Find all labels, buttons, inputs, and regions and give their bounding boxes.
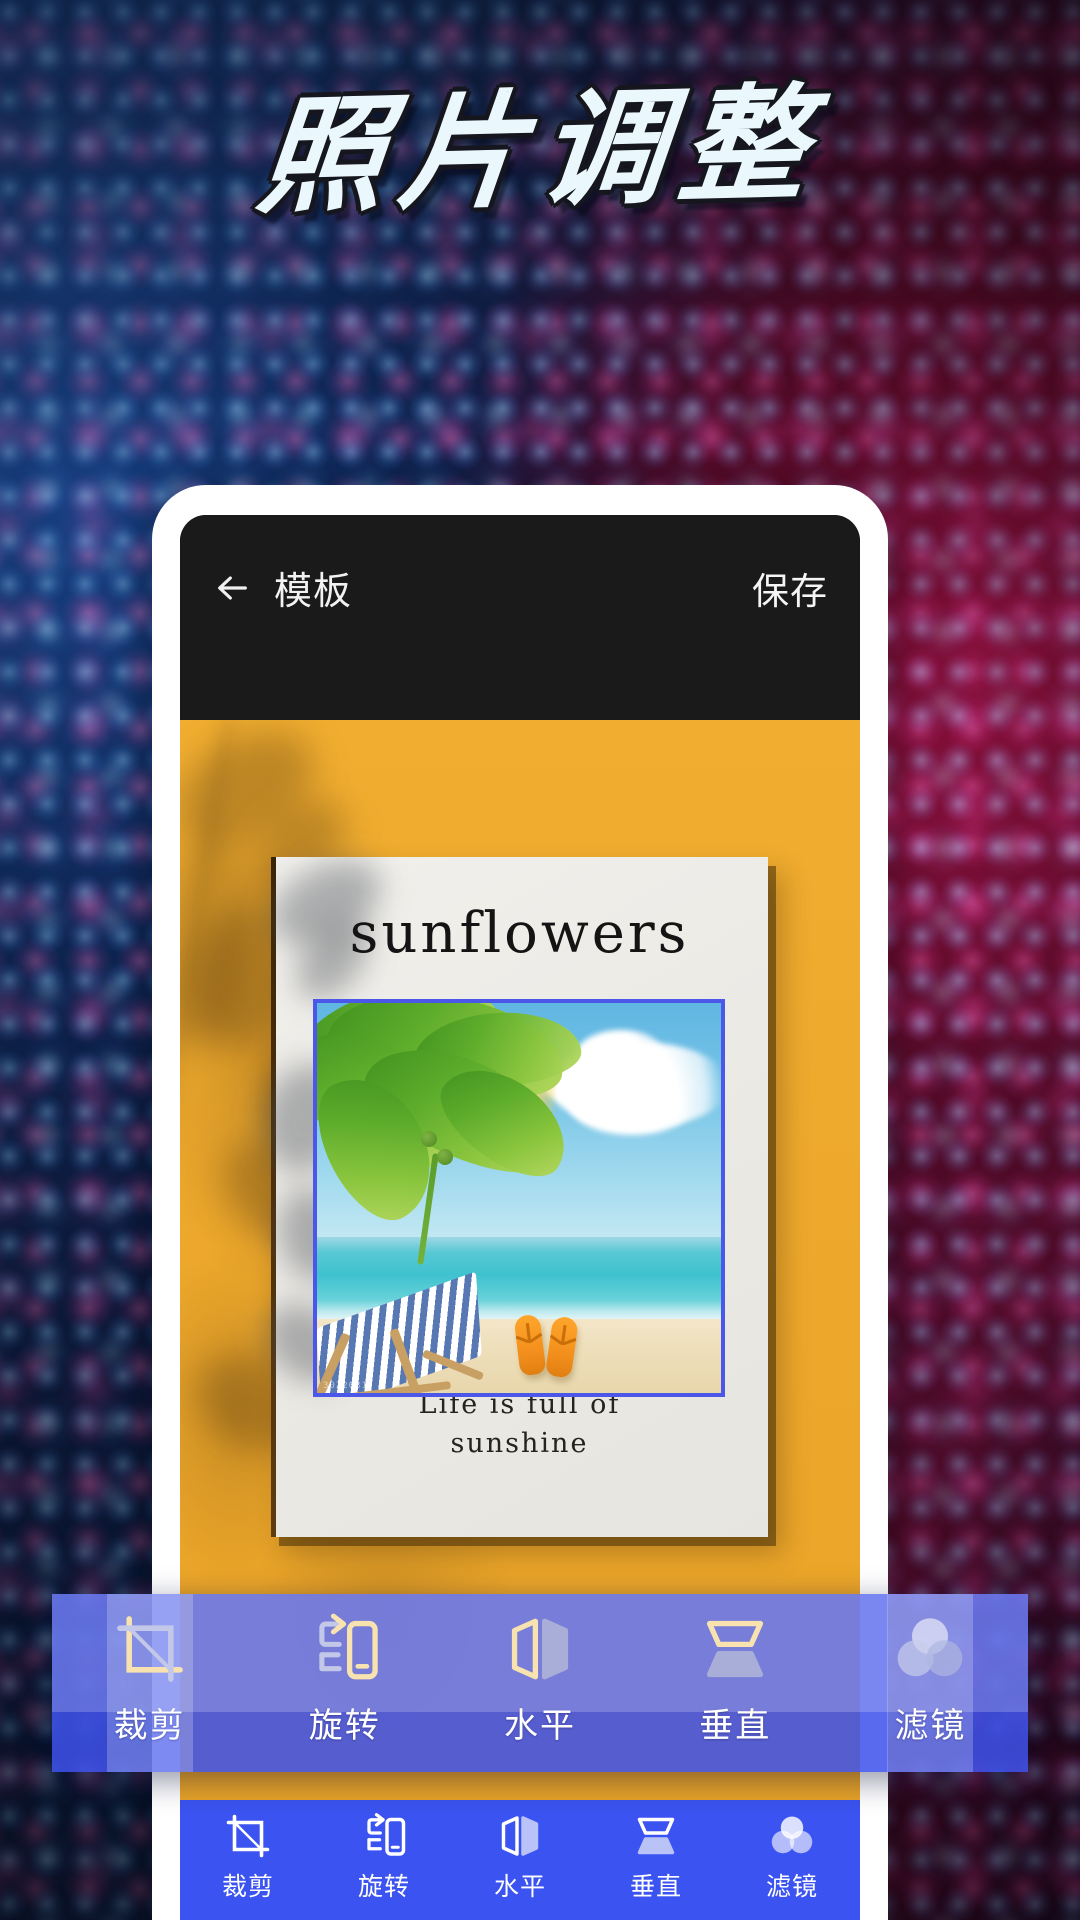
toolbar-item-rotate[interactable]: 旋转 (316, 1812, 452, 1903)
callout-label: 垂直 (699, 1706, 772, 1746)
toolbar-item-flip-vertical[interactable]: 垂直 (588, 1812, 724, 1903)
flip-horizontal-icon (501, 1816, 539, 1856)
callout-label: 裁剪 (113, 1706, 186, 1746)
coconut (421, 1131, 437, 1147)
flip-vertical-icon (637, 1817, 675, 1855)
callout-item-rotate[interactable]: 旋转 (247, 1594, 442, 1772)
callout-label: 旋转 (308, 1706, 381, 1746)
flip-flop-strap (560, 1325, 567, 1346)
flip-vertical-icon (707, 1620, 764, 1678)
arrow-left-icon (218, 575, 247, 600)
callout-item-flip-horizontal[interactable]: 水平 (442, 1594, 637, 1772)
toolbar-label: 水平 (493, 1872, 546, 1901)
toolbar-label: 旋转 (357, 1872, 410, 1901)
phone-bottom-toolbar: 裁剪 旋转 水平 垂直 滤镜 (180, 1800, 860, 1920)
poster-card[interactable]: sunflowers 3022031 Life is full of sunsh… (249, 843, 768, 1537)
flip-horizontal-icon (511, 1618, 569, 1680)
poster-title: sunflowers (349, 901, 690, 966)
toolbar-item-flip-horizontal[interactable]: 水平 (452, 1812, 588, 1903)
callout-item-filter[interactable]: 滤镜 (833, 1594, 1028, 1772)
coconut (437, 1149, 453, 1165)
toolbar-label: 垂直 (629, 1872, 682, 1901)
toolbar-item-filter[interactable]: 滤镜 (724, 1812, 860, 1903)
poster-caption: Life is full of sunshine (271, 1386, 768, 1463)
callout-label: 滤镜 (894, 1706, 967, 1746)
app-header: 模板 保存 (180, 515, 860, 720)
filter-circles-icon (771, 1816, 813, 1854)
toolbar-label: 裁剪 (221, 1872, 274, 1901)
deck-chair (317, 1271, 497, 1393)
filter-circles-icon (898, 1618, 963, 1677)
crop-icon (226, 1814, 270, 1858)
callout-item-flip-vertical[interactable]: 垂直 (638, 1594, 833, 1772)
rotate-icon (367, 1813, 406, 1856)
callout-label: 水平 (504, 1706, 576, 1746)
header-title: 模板 (274, 569, 353, 613)
flip-flop-strap (525, 1322, 532, 1344)
poster-caption-line2: sunshine (450, 1427, 589, 1459)
rotate-icon (319, 1613, 378, 1680)
crop-icon (116, 1616, 183, 1682)
photo-watermark: 3022031 (323, 1381, 368, 1391)
callout-toolbar: 裁剪 旋转 水平 垂直 滤镜 (52, 1594, 1028, 1772)
screenshot-stage: 照片调整 模板 保存 sunflowers 3022031 Life is fu… (0, 0, 1080, 1920)
back-button[interactable]: 模板 (212, 560, 352, 615)
callout-item-crop[interactable]: 裁剪 (52, 1594, 247, 1772)
toolbar-label: 滤镜 (765, 1872, 818, 1901)
toolbar-item-crop[interactable]: 裁剪 (180, 1812, 316, 1903)
poster-photo[interactable]: 3022031 (313, 999, 725, 1397)
save-button[interactable]: 保存 (752, 560, 828, 615)
